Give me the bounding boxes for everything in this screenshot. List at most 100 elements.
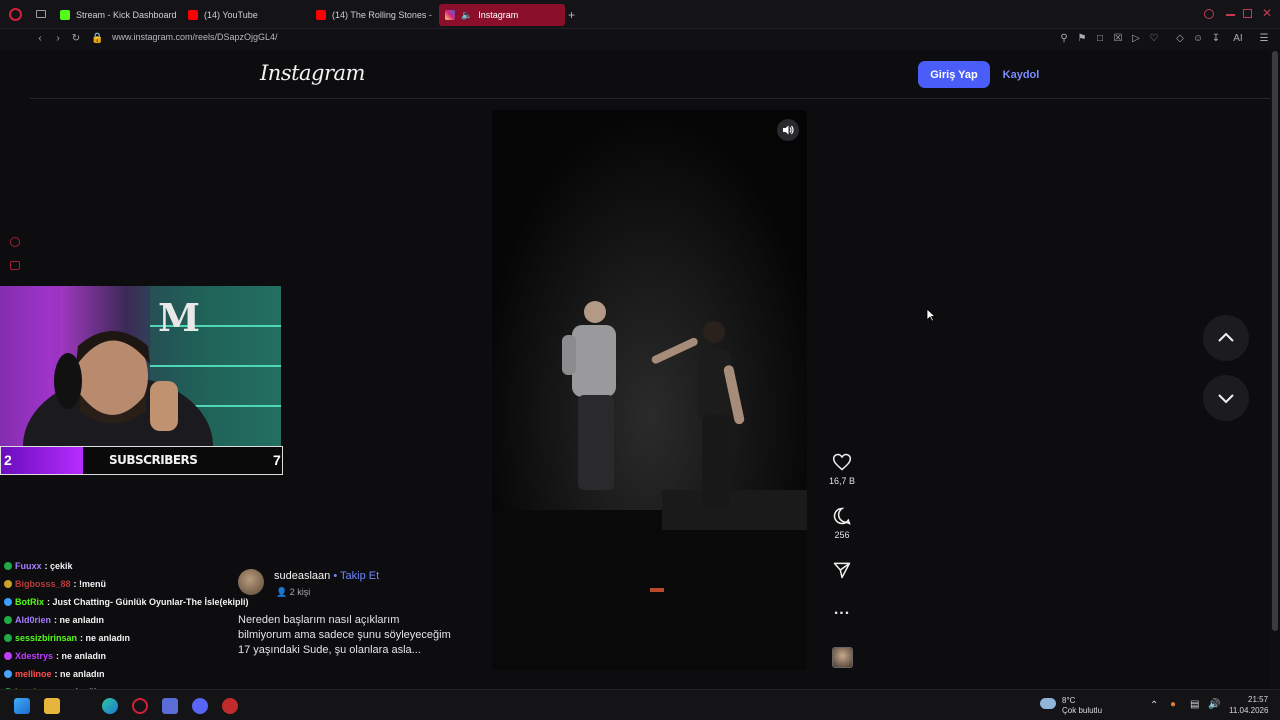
search-tabs-icon[interactable] <box>1204 9 1214 19</box>
speaker-icon <box>783 125 794 135</box>
instagram-logo[interactable]: Instagram <box>260 61 365 85</box>
workspace-icon[interactable] <box>36 10 46 18</box>
chevron-down-icon <box>1218 394 1234 404</box>
menu-icon[interactable]: ☰ <box>1258 33 1270 45</box>
instagram-favicon-icon <box>445 10 455 20</box>
new-tab-button[interactable]: + <box>568 8 575 22</box>
speaker-icon[interactable]: 🔈 <box>461 10 472 21</box>
edge-icon[interactable] <box>102 698 118 714</box>
app-icon[interactable] <box>162 698 178 714</box>
weather-temp[interactable]: 8°C <box>1062 696 1075 705</box>
history-icon[interactable] <box>10 237 20 247</box>
close-icon[interactable]: ✕ <box>1262 6 1272 20</box>
signup-link[interactable]: Kaydol <box>1000 61 1042 88</box>
url-field[interactable]: www.instagram.com/reels/DSapzOjgGL4/ <box>112 32 278 42</box>
microphone-icon[interactable]: ● <box>1170 699 1176 710</box>
more-options-button[interactable]: ... <box>825 601 859 619</box>
comment-action[interactable]: 256 <box>825 506 859 540</box>
chat-text: : ne anladın <box>54 615 105 625</box>
clock-time[interactable]: 21:57 <box>1248 695 1268 704</box>
kick-favicon-icon <box>60 10 70 20</box>
webcam-feed: M <box>0 286 281 446</box>
tab-label: (14) YouTube <box>204 10 258 20</box>
caption-line: Nereden başlarım nasıl açıklarım <box>238 614 400 626</box>
download-icon[interactable]: ↧ <box>1210 33 1222 45</box>
snapshot-icon[interactable]: □ <box>1094 33 1106 45</box>
subscriber-label: SUBSCRIBERS <box>109 453 198 467</box>
display-icon[interactable]: ▤ <box>1190 699 1199 710</box>
chat-badge-icon <box>4 634 12 642</box>
discord-icon[interactable] <box>192 698 208 714</box>
file-explorer-icon[interactable] <box>44 698 60 714</box>
clock-date[interactable]: 11.04.2026 <box>1229 706 1268 715</box>
heart-icon[interactable]: ♡ <box>1148 33 1160 45</box>
chat-username[interactable]: BotRix <box>15 597 44 607</box>
subscriber-goal: 7 <box>273 452 281 468</box>
like-count: 16,7 B <box>828 476 856 486</box>
avatar[interactable] <box>238 569 264 595</box>
chat-badge-icon <box>4 580 12 588</box>
tab-rolling-stones[interactable]: (14) The Rolling Stones - ( <box>310 4 434 26</box>
player-icon[interactable]: ▷ <box>1130 33 1142 45</box>
follow-button[interactable]: Takip Et <box>340 570 379 582</box>
username-link[interactable]: sudeaslaan <box>274 570 330 582</box>
chat-message: sessizbirinsan : ne anladın <box>4 630 130 646</box>
subscriber-goal-bar: 2 SUBSCRIBERS 7 <box>0 446 283 475</box>
separator: • <box>330 570 341 582</box>
tab-youtube[interactable]: (14) YouTube <box>182 4 304 26</box>
chat-username[interactable]: sessizbirinsan <box>15 633 77 643</box>
tab-label: Instagram <box>478 10 519 20</box>
chat-message: mellinoe : ne anladın <box>4 666 105 682</box>
tab-kick[interactable]: Stream - Kick Dashboard <box>54 4 180 26</box>
bookmark-icon[interactable]: ⚑ <box>1076 33 1088 45</box>
chat-username[interactable]: mellinoe <box>15 669 52 679</box>
app-icon-red[interactable] <box>222 698 238 714</box>
volume-icon[interactable]: 🔊 <box>1208 699 1220 710</box>
wallet-icon[interactable] <box>10 261 20 270</box>
login-button[interactable]: Giriş Yap <box>918 61 990 88</box>
share-action[interactable] <box>825 560 859 582</box>
forward-icon[interactable]: › <box>52 33 64 45</box>
chat-text: : ne anladın <box>56 651 107 661</box>
post-username-row: sudeaslaan • Takip Et <box>274 570 379 582</box>
windows-taskbar: 8°C Çok bulutlu ⌃ ● ▤ 🔊 21:57 11.04.2026 <box>0 689 1280 720</box>
opera-logo-icon[interactable] <box>9 8 22 21</box>
profile-icon[interactable]: ☺ <box>1192 33 1204 45</box>
extensions-icon[interactable]: ◇ <box>1174 33 1186 45</box>
tab-instagram[interactable]: 🔈 Instagram <box>439 4 565 26</box>
opera-icon[interactable] <box>132 698 148 714</box>
ai-icon[interactable]: AI <box>1228 33 1248 45</box>
chat-text: : ne anladın <box>80 633 131 643</box>
chat-message: BotRix : Just Chatting- Günlük Oyunlar-T… <box>4 594 249 610</box>
weather-desc[interactable]: Çok bulutlu <box>1062 706 1102 715</box>
vpn-icon[interactable]: ☒ <box>1112 33 1124 45</box>
like-action[interactable]: 16,7 B <box>825 452 859 486</box>
chat-message: Fuuxx : çekik <box>4 558 73 574</box>
maximize-icon[interactable] <box>1243 9 1252 18</box>
previous-reel-button[interactable] <box>1203 315 1249 361</box>
chat-text: : çekik <box>44 561 73 571</box>
tab-label: Stream - Kick Dashboard <box>76 10 177 20</box>
chat-username[interactable]: Fuuxx <box>15 561 42 571</box>
scrollbar-thumb[interactable] <box>1272 51 1278 631</box>
reload-icon[interactable]: ↻ <box>70 33 82 45</box>
minimize-icon[interactable] <box>1226 14 1235 16</box>
windows-start-icon[interactable] <box>14 698 30 714</box>
chat-username[interactable]: Xdestrys <box>15 651 53 661</box>
tab-label: (14) The Rolling Stones - ( <box>332 10 434 20</box>
back-icon[interactable]: ‹ <box>34 33 46 45</box>
chat-username[interactable]: Ald0rien <box>15 615 51 625</box>
next-reel-button[interactable] <box>1203 375 1249 421</box>
chat-badge-icon <box>4 652 12 660</box>
page-scrollbar[interactable] <box>1270 49 1280 689</box>
reel-video[interactable] <box>492 110 807 670</box>
chat-username[interactable]: Bigbosss_88 <box>15 579 71 589</box>
youtube-favicon-icon <box>188 10 198 20</box>
heart-icon <box>832 453 852 471</box>
comment-icon <box>833 507 851 525</box>
mute-button[interactable] <box>777 119 799 141</box>
post-caption[interactable]: Nereden başlarım nasıl açıklarım bilmiyo… <box>238 613 483 658</box>
chevron-up-icon[interactable]: ⌃ <box>1150 700 1158 711</box>
zoom-icon[interactable]: ⚲ <box>1058 33 1070 45</box>
audio-thumbnail[interactable] <box>832 647 853 668</box>
